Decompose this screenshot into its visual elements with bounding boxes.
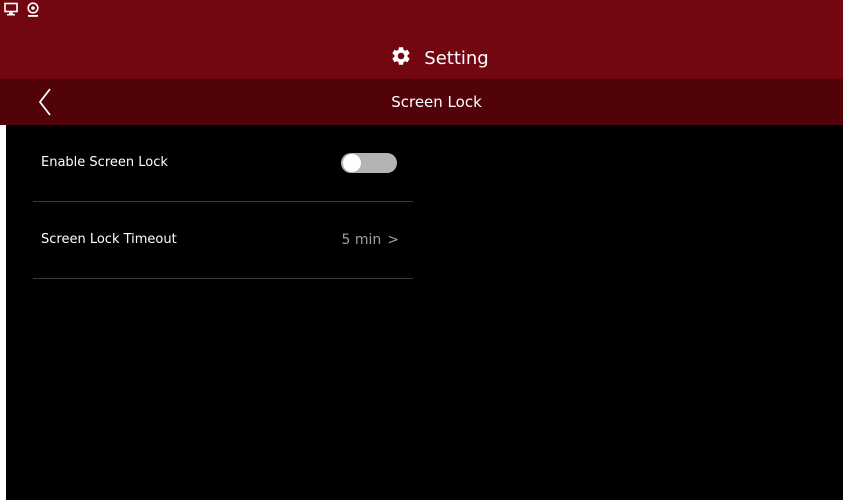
monitor-icon — [4, 2, 18, 16]
screen-lock-timeout-row[interactable]: Screen Lock Timeout 5 min > — [33, 202, 413, 279]
screen-lock-timeout-value: 5 min — [341, 232, 382, 248]
webcam-icon — [26, 2, 40, 18]
enable-screen-lock-toggle[interactable] — [341, 153, 397, 173]
chevron-left-icon — [30, 88, 64, 123]
sub-header: Screen Lock — [0, 79, 843, 125]
settings-screen: Setting Screen Lock Enable Screen Lock S… — [0, 0, 843, 500]
status-bar — [4, 2, 40, 18]
chevron-right-icon: > — [387, 232, 399, 248]
screen-lock-timeout-value-button[interactable]: 5 min > — [342, 202, 400, 278]
settings-list: Enable Screen Lock Screen Lock Timeout 5… — [6, 125, 843, 500]
header-title-area: Setting — [0, 40, 843, 76]
back-button[interactable] — [30, 85, 64, 119]
toggle-knob — [343, 154, 361, 172]
app-header: Setting — [0, 0, 843, 79]
section-title: Screen Lock — [391, 93, 482, 111]
page-title: Setting — [424, 47, 489, 69]
gear-icon — [390, 45, 412, 71]
screen-lock-timeout-label: Screen Lock Timeout — [41, 232, 177, 247]
enable-screen-lock-label: Enable Screen Lock — [41, 155, 168, 170]
enable-screen-lock-row: Enable Screen Lock — [33, 125, 413, 202]
